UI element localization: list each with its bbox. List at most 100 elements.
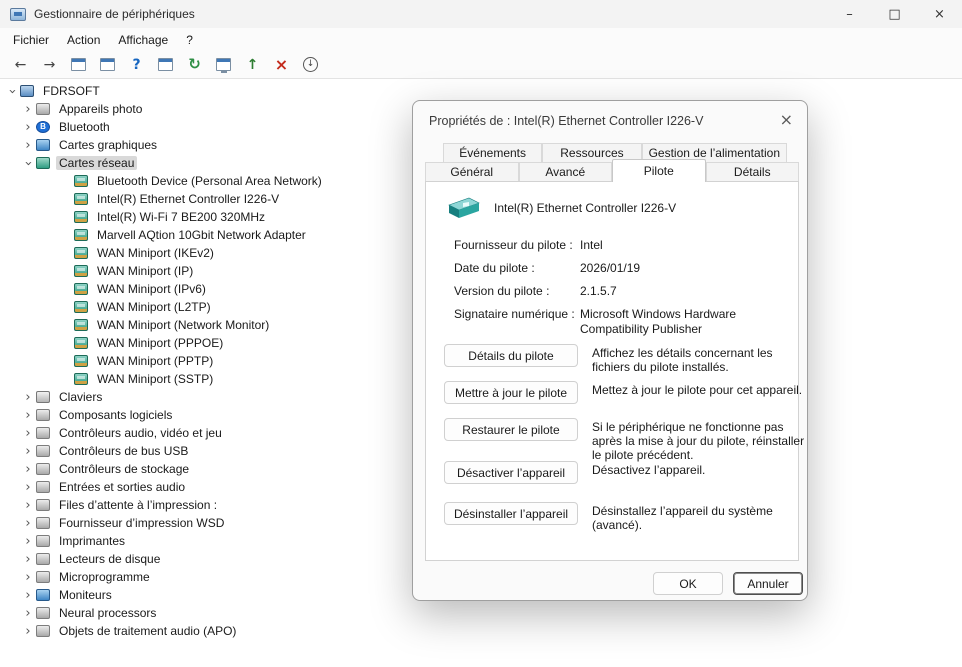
ok-button[interactable]: OK [653,572,723,595]
chevron-right-icon[interactable]: › [20,517,36,530]
field-value: 2026/01/19 [580,261,786,276]
chevron-right-icon[interactable]: › [20,139,36,152]
maximize-button[interactable]: □ [872,0,917,28]
driver-action-row: Restaurer le pilote Si le périphérique ne… [444,418,806,462]
update-driver-button[interactable]: ↑ [240,53,265,76]
chevron-right-icon[interactable]: › [20,553,36,566]
camera-icon [36,103,50,115]
network-adapter-icon [74,283,88,295]
d-sinstaller-l-appareil-button[interactable]: Désinstaller l’appareil [444,502,578,525]
chevron-right-icon[interactable]: › [20,499,36,512]
driver-field-row: Signataire numérique :Microsoft Windows … [454,307,790,337]
tab-avanc[interactable]: Avancé [519,162,613,181]
tree-item-label: Contrôleurs de stockage [56,462,192,476]
tree-item-label: Bluetooth Device (Personal Area Network) [94,174,325,188]
tree-item-fdrsoft[interactable]: ›FDRSOFT [0,82,962,100]
driver-fields: Fournisseur du pilote :IntelDate du pilo… [454,238,790,345]
tree-item-label: WAN Miniport (IP) [94,264,196,278]
minimize-button[interactable]: – [827,0,872,28]
chevron-right-icon[interactable]: › [20,409,36,422]
network-adapter-icon [74,193,88,205]
show-console-tree-button[interactable] [66,53,91,76]
chevron-right-icon[interactable]: › [20,391,36,404]
tree-item-label: Cartes graphiques [56,138,160,152]
disable-device-button[interactable]: ↓ [298,53,323,76]
back-button[interactable]: ← [8,53,33,76]
update-driver-icon: ↑ [247,58,259,72]
export-list-icon [158,58,173,71]
export-list-button[interactable] [153,53,178,76]
chevron-down-icon[interactable]: › [6,83,19,99]
forward-button[interactable]: → [37,53,62,76]
menu-item-fichier[interactable]: Fichier [4,30,58,50]
keyboard-icon [36,391,50,403]
devices-view-icon [216,58,231,71]
tree-item-label: WAN Miniport (PPTP) [94,354,216,368]
action-description: Désinstallez l’appareil du système (avan… [592,502,806,532]
tree-item-objets-de-traitement-audio-apo[interactable]: › Objets de traitement audio (APO) [0,622,962,640]
tree-item-label: Neural processors [56,606,159,620]
tab-pilote[interactable]: Pilote [612,159,706,182]
restaurer-le-pilote-button[interactable]: Restaurer le pilote [444,418,578,441]
display-icon [36,139,50,151]
tree-item-label: Objets de traitement audio (APO) [56,624,239,638]
devices-view-button[interactable] [211,53,236,76]
software-icon [36,409,50,421]
forward-icon: → [44,58,56,72]
chevron-right-icon[interactable]: › [20,103,36,116]
field-label: Version du pilote : [454,284,580,299]
chevron-down-icon[interactable]: › [22,155,35,171]
tree-item-label: Entrées et sorties audio [56,480,188,494]
show-console-tree-icon [71,58,86,71]
menu-item-help[interactable]: ? [177,30,202,50]
tree-item-label: Contrôleurs de bus USB [56,444,191,458]
driver-field-row: Version du pilote :2.1.5.7 [454,284,790,299]
field-value: 2.1.5.7 [580,284,786,299]
dialog-close-icon[interactable]: × [780,110,793,129]
network-adapter-icon [74,355,88,367]
mettre-jour-le-pilote-button[interactable]: Mettre à jour le pilote [444,381,578,404]
device-name: Intel(R) Ethernet Controller I226-V [494,201,676,215]
chevron-right-icon[interactable]: › [20,625,36,638]
menu-item-action[interactable]: Action [58,30,109,50]
d-sactiver-l-appareil-button[interactable]: Désactiver l’appareil [444,461,578,484]
scan-hardware-changes-icon: ↻ [188,57,201,72]
d-tails-du-pilote-button[interactable]: Détails du pilote [444,344,578,367]
chevron-right-icon[interactable]: › [20,463,36,476]
network-adapter-icon [74,373,88,385]
help-icon: ? [132,58,140,72]
chevron-right-icon[interactable]: › [20,445,36,458]
tree-item-label: WAN Miniport (IKEv2) [94,246,217,260]
printer-icon [36,517,50,529]
tree-item-label: Appareils photo [56,102,145,116]
chevron-right-icon[interactable]: › [20,589,36,602]
chevron-right-icon[interactable]: › [20,535,36,548]
window-title: Gestionnaire de périphériques [34,7,195,21]
tree-item-neural-processors[interactable]: › Neural processors [0,604,962,622]
network-adapter-icon [74,229,88,241]
chevron-right-icon[interactable]: › [20,571,36,584]
disk-icon [36,553,50,565]
menu-item-affichage[interactable]: Affichage [109,30,177,50]
chevron-right-icon[interactable]: › [20,481,36,494]
help-button[interactable]: ? [124,53,149,76]
driver-field-row: Date du pilote :2026/01/19 [454,261,790,276]
field-value: Intel [580,238,786,253]
tab-g-n-ral[interactable]: Général [425,162,519,181]
network-adapter-icon [446,195,482,221]
properties-button[interactable] [95,53,120,76]
chevron-right-icon[interactable]: › [20,607,36,620]
tab-d-tails[interactable]: Détails [706,162,800,181]
action-description: Si le périphérique ne fonctionne pas apr… [592,418,806,462]
device-header: Intel(R) Ethernet Controller I226-V [446,195,676,221]
uninstall-device-button[interactable]: × [269,53,294,76]
scan-hardware-changes-button[interactable]: ↻ [182,53,207,76]
cancel-button[interactable]: Annuler [733,572,803,595]
tree-item-label: Imprimantes [56,534,128,548]
chevron-right-icon[interactable]: › [20,121,36,134]
close-button[interactable]: × [917,0,962,28]
bluetooth-icon [36,121,50,133]
tree-item-label: WAN Miniport (Network Monitor) [94,318,272,332]
tab-v-nements[interactable]: Événements [443,143,542,162]
chevron-right-icon[interactable]: › [20,427,36,440]
